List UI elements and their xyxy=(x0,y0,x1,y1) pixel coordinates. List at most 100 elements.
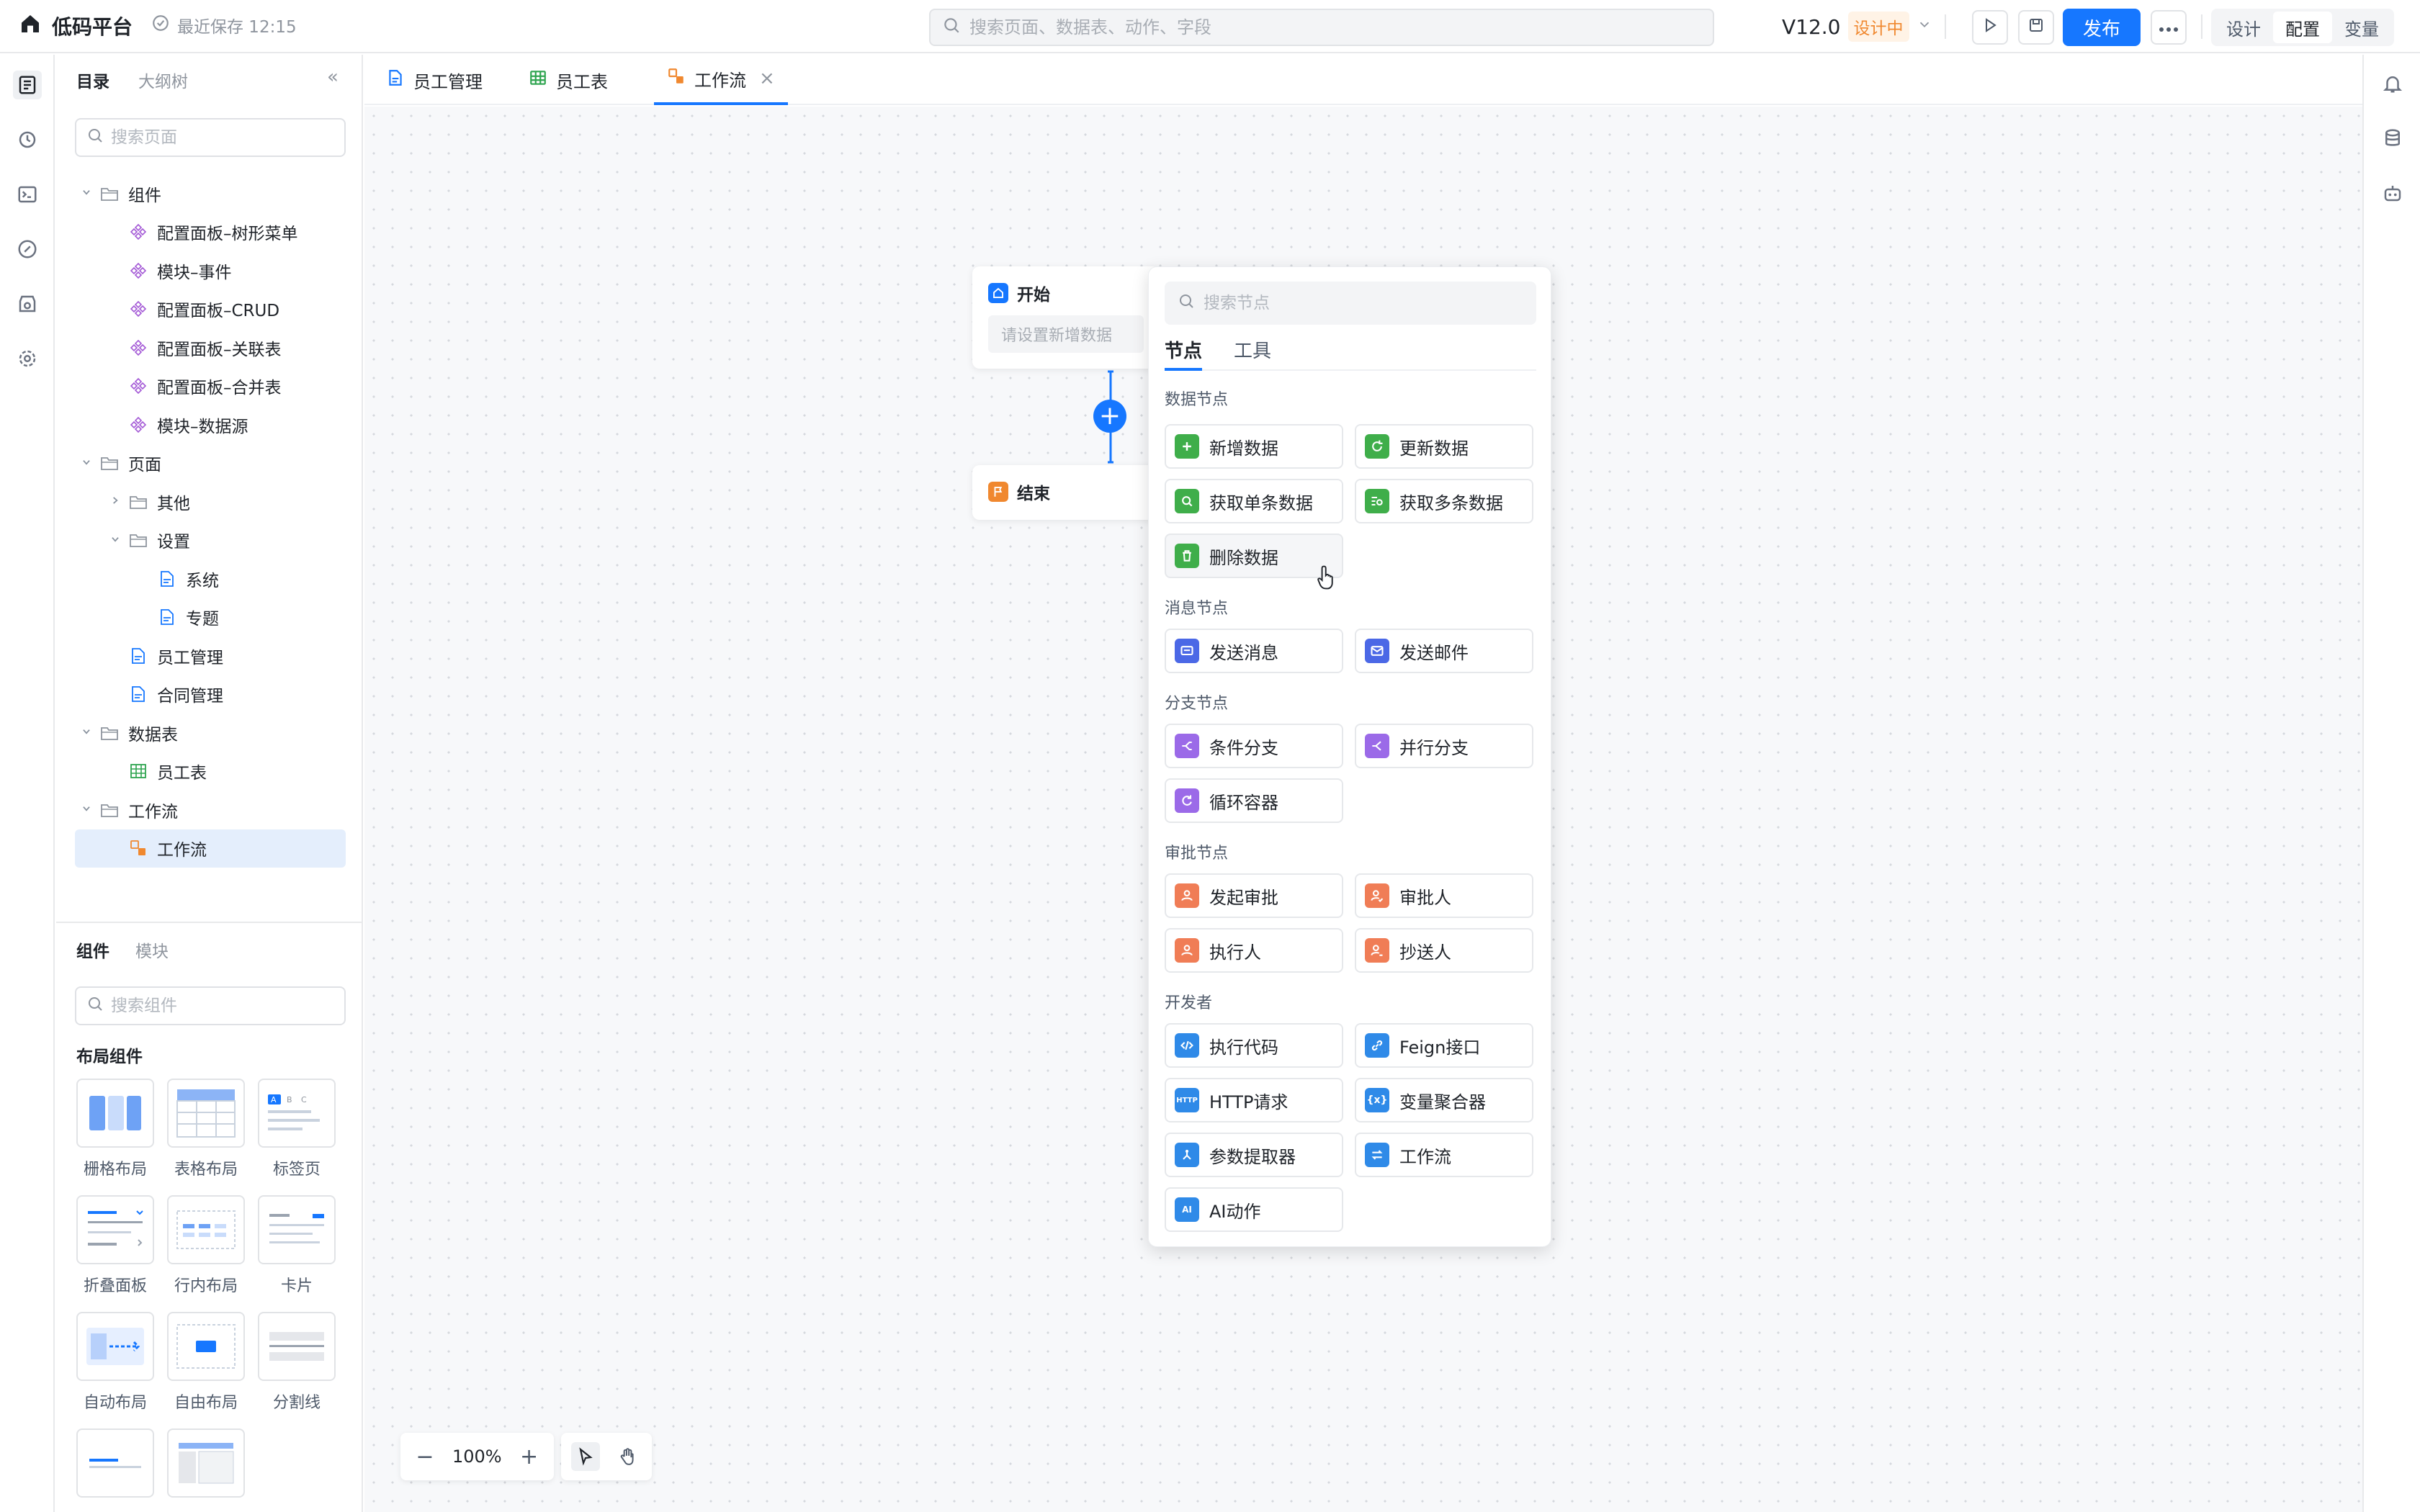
hand-tool-icon[interactable] xyxy=(613,1442,642,1471)
tree-item[interactable]: 专题 xyxy=(75,598,346,637)
chevron-down-icon[interactable] xyxy=(79,186,94,200)
chevron-right-icon[interactable] xyxy=(108,495,122,508)
link-icon[interactable] xyxy=(13,235,42,264)
brand[interactable]: 低码平台 xyxy=(19,12,133,40)
node-add-data[interactable]: 新增数据 xyxy=(1165,424,1343,469)
tree-item[interactable]: 配置面板–关联表 xyxy=(75,328,346,367)
tab-tools[interactable]: 工具 xyxy=(1234,336,1271,371)
node-condition-branch[interactable]: 条件分支 xyxy=(1165,724,1343,768)
global-search[interactable] xyxy=(929,9,1714,46)
mode-config[interactable]: 配置 xyxy=(2273,12,2332,43)
tree-item[interactable]: 页面 xyxy=(75,444,346,483)
tree-item[interactable]: 系统 xyxy=(75,559,346,598)
node-param-extractor[interactable]: 参数提取器 xyxy=(1165,1133,1343,1177)
page-search-input[interactable] xyxy=(111,128,341,147)
node-search[interactable] xyxy=(1165,282,1536,325)
node-execute-code[interactable]: 执行代码 xyxy=(1165,1023,1343,1068)
editor-tab-bar: 员工管理 员工表 工作流 × xyxy=(364,55,2362,105)
tab-workflow[interactable]: 工作流 × xyxy=(654,55,788,105)
robot-icon[interactable] xyxy=(2378,179,2407,207)
mode-variables[interactable]: 变量 xyxy=(2332,12,2391,43)
tree-item[interactable]: 模块–数据源 xyxy=(75,405,346,444)
tree-item[interactable]: 配置面板–树形菜单 xyxy=(75,213,346,252)
close-icon[interactable]: × xyxy=(759,68,775,89)
chevron-down-icon[interactable] xyxy=(79,456,94,470)
tree-item[interactable]: 配置面板–合并表 xyxy=(75,367,346,406)
bell-icon[interactable] xyxy=(2378,69,2407,98)
node-executor[interactable]: 执行人 xyxy=(1165,928,1343,973)
component-item[interactable] xyxy=(76,1428,154,1506)
tab-directory[interactable]: 目录 xyxy=(76,68,109,92)
tab-employee-table[interactable]: 员工表 xyxy=(521,55,615,105)
node-update-data[interactable]: 更新数据 xyxy=(1355,424,1533,469)
node-variable-aggregator[interactable]: {x} 变量聚合器 xyxy=(1355,1078,1533,1122)
zoom-in-button[interactable]: + xyxy=(515,1442,544,1471)
page-search[interactable] xyxy=(75,118,346,157)
node-get-single[interactable]: 获取单条数据 xyxy=(1165,479,1343,523)
save-button[interactable] xyxy=(2018,10,2054,45)
component-search-input[interactable] xyxy=(111,996,341,1015)
settings-icon[interactable] xyxy=(13,344,42,373)
version-selector[interactable]: V12.0 设计中 xyxy=(1782,12,1932,42)
tab-nodes[interactable]: 节点 xyxy=(1165,336,1203,371)
component-collapse[interactable]: 折叠面板 xyxy=(76,1195,154,1296)
component-free-layout[interactable]: 自由布局 xyxy=(167,1312,245,1413)
preview-button[interactable] xyxy=(1972,10,2008,45)
tab-employee-management[interactable]: 员工管理 xyxy=(379,55,490,105)
chevron-down-icon[interactable] xyxy=(108,534,122,547)
tab-outline[interactable]: 大纲树 xyxy=(138,68,188,92)
end-node[interactable]: 结束 xyxy=(972,465,1160,520)
node-cc[interactable]: 抄送人 xyxy=(1355,928,1533,973)
chevron-down-icon[interactable] xyxy=(79,726,94,739)
component-card[interactable]: 卡片 xyxy=(258,1195,336,1296)
tree-item[interactable]: 员工表 xyxy=(75,752,346,791)
node-start-approval[interactable]: 发起审批 xyxy=(1165,873,1343,918)
tree-item[interactable]: 组件 xyxy=(75,174,346,213)
collapse-icon[interactable]: « xyxy=(327,66,339,88)
component-table-layout[interactable]: 表格布局 xyxy=(167,1079,245,1179)
node-http-request[interactable]: HTTP HTTP请求 xyxy=(1165,1078,1343,1122)
zoom-out-button[interactable]: − xyxy=(411,1442,439,1471)
tree-item[interactable]: 模块–事件 xyxy=(75,251,346,290)
publish-button[interactable]: 发布 xyxy=(2063,9,2141,46)
tree-item[interactable]: 员工管理 xyxy=(75,636,346,675)
tree-item[interactable]: 数据表 xyxy=(75,714,346,752)
tab-components[interactable]: 组件 xyxy=(76,937,109,962)
component-search[interactable] xyxy=(75,986,346,1025)
mode-design[interactable]: 设计 xyxy=(2214,12,2273,43)
tab-modules[interactable]: 模块 xyxy=(135,937,169,962)
database-icon[interactable] xyxy=(2378,124,2407,153)
tree-item[interactable]: 设置 xyxy=(75,521,346,560)
tree-item[interactable]: 工作流 xyxy=(75,829,346,868)
add-node-button[interactable]: + xyxy=(1093,400,1126,433)
node-loop-container[interactable]: 循环容器 xyxy=(1165,778,1343,823)
component-auto-layout[interactable]: 自动布局 xyxy=(76,1312,154,1413)
tree-item[interactable]: 合同管理 xyxy=(75,675,346,714)
chevron-down-icon[interactable] xyxy=(79,803,94,816)
terminal-icon[interactable] xyxy=(13,180,42,209)
component-divider[interactable]: 分割线 xyxy=(258,1312,336,1413)
component-item[interactable] xyxy=(167,1428,245,1506)
more-button[interactable] xyxy=(2151,10,2187,45)
node-workflow[interactable]: 工作流 xyxy=(1355,1133,1533,1177)
page-tree-icon[interactable] xyxy=(13,71,42,99)
node-search-input[interactable] xyxy=(1204,294,1520,312)
node-feign[interactable]: Feign接口 xyxy=(1355,1023,1533,1068)
component-tabs[interactable]: A BC 标签页 xyxy=(258,1079,336,1179)
node-parallel-branch[interactable]: 并行分支 xyxy=(1355,724,1533,768)
start-node[interactable]: 开始 请设置新增数据 xyxy=(972,266,1160,369)
tree-item[interactable]: 配置面板–CRUD xyxy=(75,290,346,329)
component-inline-layout[interactable]: 行内布局 xyxy=(167,1195,245,1296)
tree-item[interactable]: 工作流 xyxy=(75,791,346,829)
node-send-message[interactable]: 发送消息 xyxy=(1165,629,1343,673)
tree-item[interactable]: 其他 xyxy=(75,482,346,521)
component-grid-layout[interactable]: 栅格布局 xyxy=(76,1079,154,1179)
history-icon[interactable] xyxy=(13,125,42,154)
global-search-input[interactable] xyxy=(969,17,1618,37)
select-tool-icon[interactable] xyxy=(570,1442,600,1471)
node-ai-action[interactable]: AI AI动作 xyxy=(1165,1187,1343,1232)
node-approver[interactable]: 审批人 xyxy=(1355,873,1533,918)
node-send-email[interactable]: 发送邮件 xyxy=(1355,629,1533,673)
node-get-multiple[interactable]: 获取多条数据 xyxy=(1355,479,1533,523)
store-icon[interactable] xyxy=(13,289,42,318)
